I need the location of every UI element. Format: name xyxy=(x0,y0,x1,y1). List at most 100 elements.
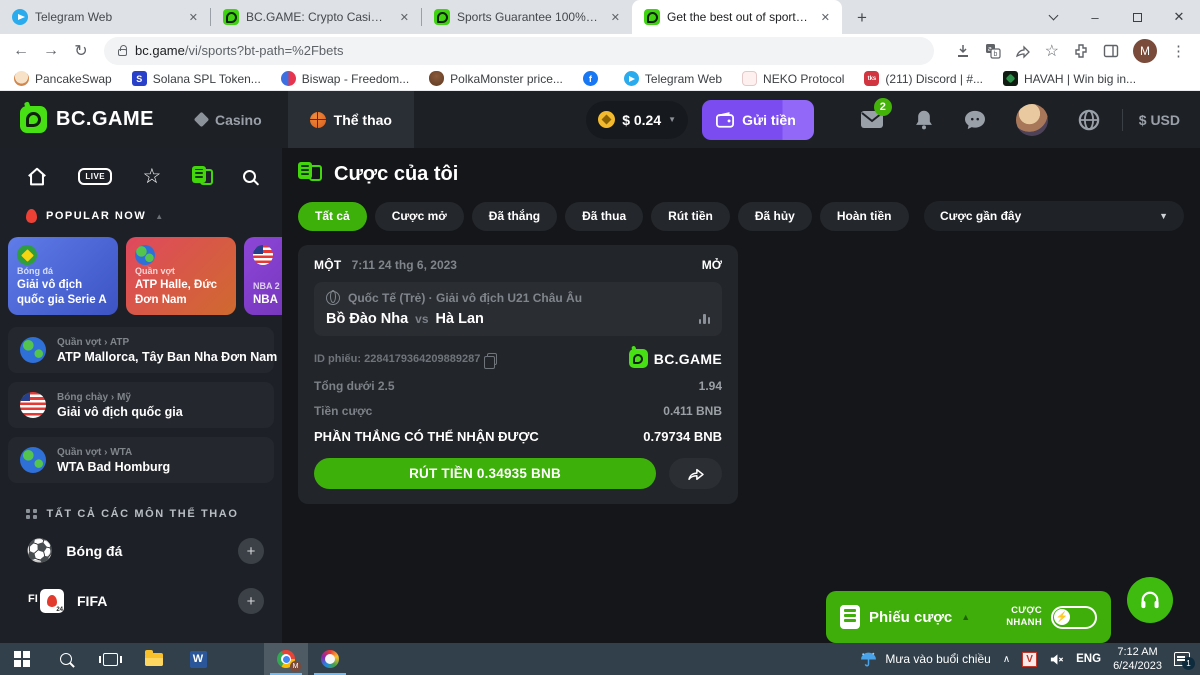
tab-sports-guarantee[interactable]: Sports Guarantee 100% Cashbac ✕ xyxy=(422,0,632,34)
sidebar-sport-football[interactable]: ⚽ Bóng đá + xyxy=(0,526,282,576)
wallet-balance-dropdown[interactable]: $ 0.24 ▼ xyxy=(586,101,688,139)
forward-button[interactable]: → xyxy=(38,38,64,64)
download-icon[interactable] xyxy=(955,43,971,59)
side-panel-icon[interactable] xyxy=(1103,43,1119,59)
filter-cashout[interactable]: Rút tiền xyxy=(651,202,730,231)
browser-profile-avatar[interactable]: M xyxy=(1133,39,1157,63)
edge-button[interactable] xyxy=(220,643,264,675)
currency-selector[interactable]: $ USD xyxy=(1139,112,1180,128)
nav-sports-active[interactable]: Thể thao xyxy=(288,91,414,148)
cashout-button[interactable]: RÚT TIỀN 0.34935 BNB xyxy=(314,458,656,489)
tray-app-v-icon[interactable]: V xyxy=(1022,652,1037,667)
taskbar-search-button[interactable] xyxy=(44,643,88,675)
minimize-button[interactable]: – xyxy=(1074,0,1116,34)
reload-button[interactable]: ↻ xyxy=(68,38,94,64)
bookmark-solana[interactable]: SSolana SPL Token... xyxy=(132,71,261,86)
action-center-icon[interactable]: 1 xyxy=(1174,652,1190,666)
tab-close-icon[interactable]: ✕ xyxy=(396,9,413,26)
task-view-button[interactable] xyxy=(88,643,132,675)
expand-plus-icon[interactable]: + xyxy=(238,588,264,614)
site-header: BC.GAME Casino Thể thao $ 0.24 ▼ Gửi tiề… xyxy=(0,91,1200,148)
stats-bars-icon[interactable] xyxy=(699,314,711,324)
nav-casino[interactable]: Casino xyxy=(196,112,262,128)
home-icon[interactable] xyxy=(26,166,48,188)
restore-button[interactable] xyxy=(1116,0,1158,34)
support-button[interactable] xyxy=(1127,577,1173,623)
bookmark-telegram[interactable]: Telegram Web xyxy=(624,71,722,86)
popular-now-header[interactable]: POPULAR NOW ▲ xyxy=(0,201,282,233)
my-bets-icon-active[interactable] xyxy=(192,166,213,188)
tab-search-icon[interactable] xyxy=(1032,0,1074,34)
notifications-button[interactable] xyxy=(914,109,934,130)
bookmark-discord[interactable]: tks(211) Discord | #... xyxy=(864,71,983,86)
close-window-button[interactable]: ✕ xyxy=(1158,0,1200,34)
filter-cancelled[interactable]: Đã hủy xyxy=(738,202,812,231)
bookmark-pancakeswap[interactable]: PancakeSwap xyxy=(14,71,112,86)
popular-item-atp-mallorca[interactable]: Quần vợt › ATPATP Mallorca, Tây Ban Nha … xyxy=(8,327,274,373)
weather-widget[interactable]: Mưa vào buổi chiều xyxy=(860,651,990,668)
chrome-button-active[interactable]: M xyxy=(264,643,308,675)
quick-bet-toggle[interactable]: ⚡ xyxy=(1051,606,1097,629)
search-icon[interactable] xyxy=(243,170,256,183)
bookmark-biswap[interactable]: Biswap - Freedom... xyxy=(281,71,409,86)
new-tab-button[interactable]: + xyxy=(848,4,876,32)
browser-menu-icon[interactable]: ⋮ xyxy=(1171,42,1186,60)
taskbar-clock[interactable]: 7:12 AM 6/24/2023 xyxy=(1113,645,1162,674)
lock-icon xyxy=(118,49,127,56)
bcgame-logo-text[interactable]: BC.GAME xyxy=(56,108,154,131)
tab-close-icon[interactable]: ✕ xyxy=(817,9,834,26)
selection-odds: 1.94 xyxy=(699,379,722,393)
sidebar-sport-fifa[interactable]: 24 FIFA + xyxy=(0,576,282,626)
bookmark-polkamonster[interactable]: PolkaMonster price... xyxy=(429,71,563,86)
bookmark-neko[interactable]: NEKO Protocol xyxy=(742,71,844,86)
mail-button[interactable]: 2 xyxy=(860,110,884,129)
copy-icon[interactable] xyxy=(487,353,497,365)
filter-all[interactable]: Tất cả xyxy=(298,202,367,231)
back-button[interactable]: ← xyxy=(8,38,34,64)
betslip-bar[interactable]: Phiếu cược ▲ CƯỢC NHANH ⚡ xyxy=(826,591,1111,643)
tab-bcgame-casino[interactable]: BC.GAME: Crypto Casino Games ✕ xyxy=(211,0,421,34)
sort-dropdown[interactable]: Cược gần đây ▼ xyxy=(924,201,1184,231)
filter-open[interactable]: Cược mở xyxy=(375,202,464,231)
volume-muted-icon[interactable] xyxy=(1049,652,1064,667)
bcgame-logo-icon[interactable] xyxy=(20,106,47,133)
filter-refund[interactable]: Hoàn tiền xyxy=(820,202,909,231)
bet-status: MỞ xyxy=(702,258,722,272)
bookmark-star-icon[interactable]: ☆ xyxy=(1045,41,1059,61)
popular-item-wta-bad-homburg[interactable]: Quần vợt › WTAWTA Bad Homburg xyxy=(8,437,274,483)
tab-close-icon[interactable]: ✕ xyxy=(185,9,202,26)
popular-card-nba[interactable]: NBA 2 NBA xyxy=(244,237,282,315)
translate-icon[interactable]: ab xyxy=(985,43,1001,59)
address-bar[interactable]: bc.game/vi/sports?bt-path=%2Fbets xyxy=(104,37,934,65)
expand-plus-icon[interactable]: + xyxy=(238,538,264,564)
popular-card-serie-a[interactable]: Bóng đá Giải vô địch quốc gia Serie A xyxy=(8,237,118,315)
share-bet-button[interactable] xyxy=(669,458,722,489)
extensions-icon[interactable] xyxy=(1073,43,1089,59)
tab-close-icon[interactable]: ✕ xyxy=(607,9,624,26)
filter-won[interactable]: Đã thắng xyxy=(472,202,557,231)
tab-telegram-web[interactable]: Telegram Web ✕ xyxy=(0,0,210,34)
file-explorer-button[interactable] xyxy=(132,643,176,675)
paint-button[interactable] xyxy=(308,643,352,675)
bookmark-facebook[interactable]: f xyxy=(583,71,604,86)
live-icon[interactable]: LIVE xyxy=(78,168,112,185)
language-globe-button[interactable] xyxy=(1078,109,1100,131)
word-button[interactable]: W xyxy=(176,643,220,675)
filter-lost[interactable]: Đã thua xyxy=(565,202,643,231)
deposit-button[interactable]: Gửi tiền xyxy=(702,100,814,140)
user-avatar[interactable] xyxy=(1016,104,1048,136)
bookmark-label: (211) Discord | #... xyxy=(885,72,983,86)
pancakeswap-icon xyxy=(14,71,29,86)
popular-card-atp-halle[interactable]: Quần vợt ATP Halle, Đức Đơn Nam xyxy=(126,237,236,315)
tab-sports-betting-active[interactable]: Get the best out of sports betting ✕ xyxy=(632,0,842,34)
bookmark-havah[interactable]: HAVAH | Win big in... xyxy=(1003,71,1136,86)
tray-expand-icon[interactable]: ∧ xyxy=(1003,654,1010,665)
share-icon[interactable] xyxy=(1015,43,1031,59)
start-button[interactable] xyxy=(0,643,44,675)
favorites-star-icon[interactable]: ☆ xyxy=(142,164,161,189)
chat-button[interactable] xyxy=(964,110,986,130)
popular-item-mlb[interactable]: Bóng chày › MỹGiải vô địch quốc gia xyxy=(8,382,274,428)
language-indicator[interactable]: ENG xyxy=(1076,653,1101,665)
bet-match-panel[interactable]: Quốc Tế (Trẻ) · Giải vô địch U21 Châu Âu… xyxy=(314,282,722,336)
card-category: Quần vợt xyxy=(135,266,227,276)
